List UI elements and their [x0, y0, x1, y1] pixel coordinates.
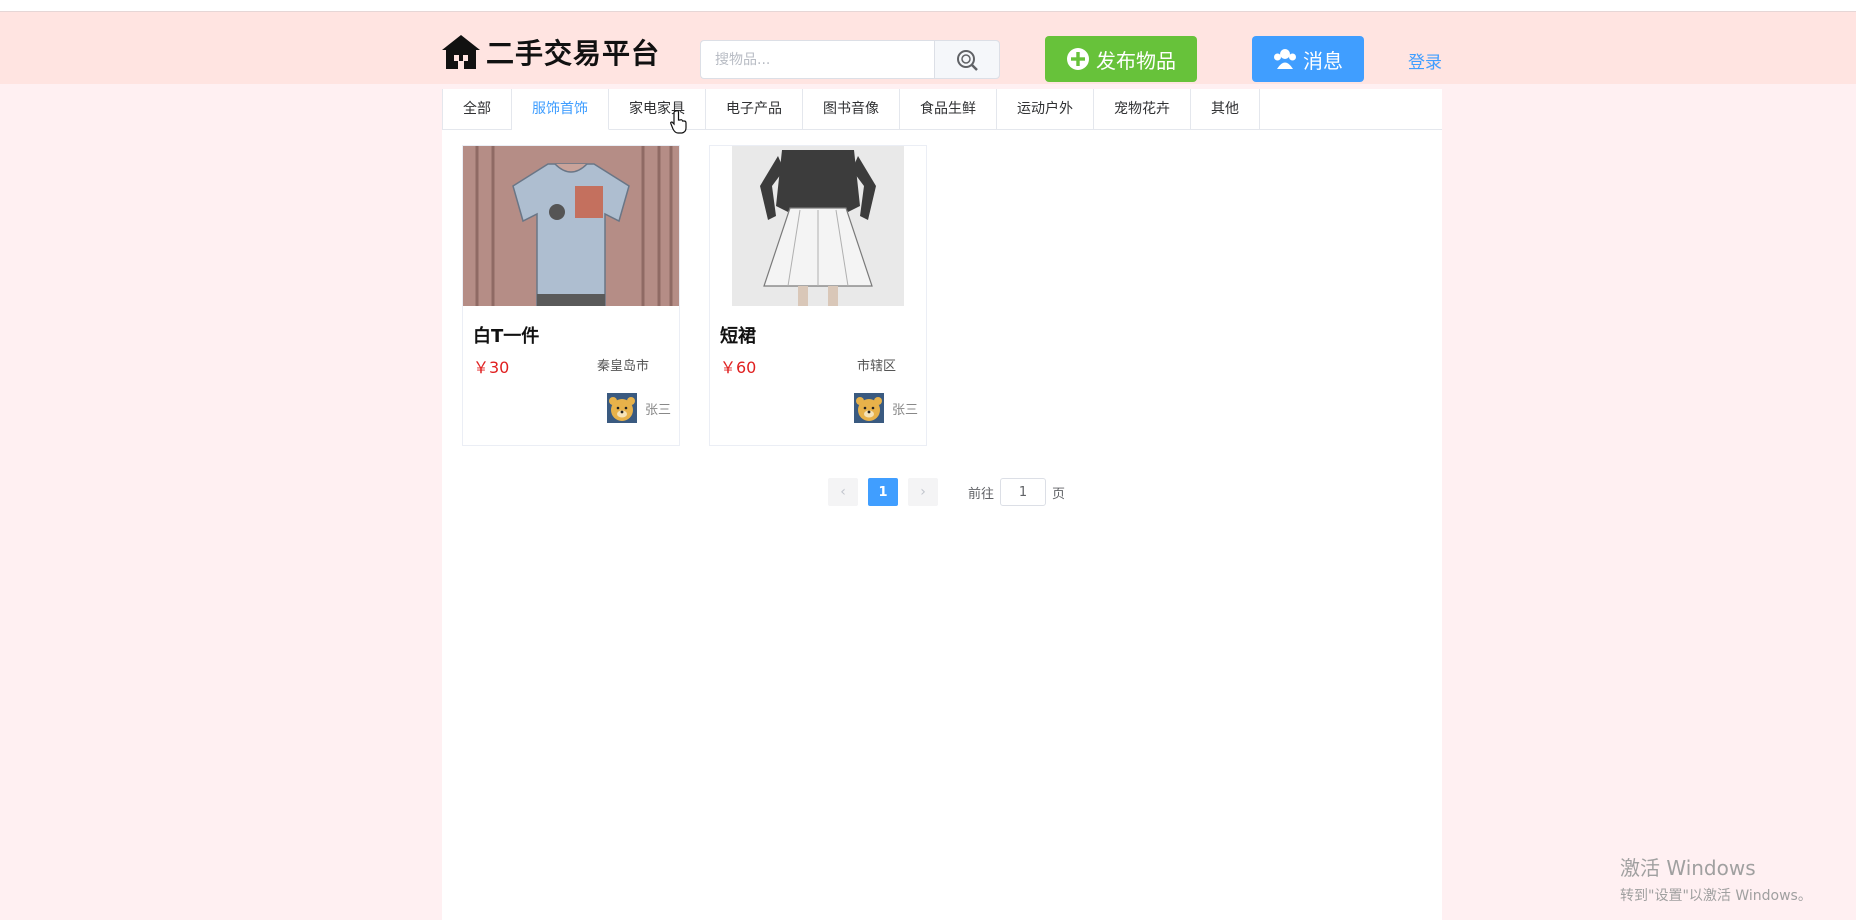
message-label: 消息 [1303, 48, 1343, 73]
search-bar [700, 40, 1000, 79]
product-title[interactable]: 短裙 [720, 322, 756, 348]
plus-circle-icon [1067, 48, 1089, 70]
logo-text: 二手交易平台 [486, 37, 661, 70]
product-location: 秦皇岛市 [596, 359, 649, 374]
tab-food[interactable]: 食品生鲜 [900, 89, 997, 130]
seller-info[interactable]: 张三 [606, 393, 671, 423]
tab-all[interactable]: 全部 [442, 89, 512, 130]
publish-button[interactable]: 发布物品 [1045, 36, 1197, 82]
product-image[interactable] [463, 146, 679, 306]
goto-prefix: 前往 [968, 486, 995, 502]
login-link[interactable]: 登录 [1408, 48, 1442, 73]
tab-sports[interactable]: 运动户外 [997, 89, 1094, 130]
message-button[interactable]: 消息 [1252, 36, 1364, 82]
header: 二手交易平台 发布物品 消息 登录 [0, 12, 1856, 84]
avatar [853, 393, 884, 423]
skirt-photo [710, 146, 926, 306]
seller-name: 张三 [644, 402, 671, 418]
page-jumper: 前往 页 [968, 478, 1065, 506]
tab-books[interactable]: 图书音像 [803, 89, 900, 130]
main-content: 全部 服饰首饰 家电家具 电子产品 图书音像 食品生鲜 运动户外 宠物花卉 其他 [442, 89, 1442, 920]
product-price: ￥60 [720, 358, 757, 377]
tab-appliances[interactable]: 家电家具 [609, 89, 706, 130]
goto-page-input[interactable] [1000, 478, 1047, 506]
hand-cursor-icon [670, 110, 688, 138]
tshirt-photo [463, 146, 679, 306]
tab-clothing[interactable]: 服饰首饰 [512, 89, 609, 130]
logo[interactable]: 二手交易平台 [440, 32, 660, 72]
search-icon [957, 49, 978, 71]
avatar [606, 393, 637, 423]
search-button[interactable] [934, 40, 1000, 79]
house-icon [442, 35, 480, 69]
category-tabs: 全部 服饰首饰 家电家具 电子产品 图书音像 食品生鲜 运动户外 宠物花卉 其他 [442, 89, 1442, 130]
search-input[interactable] [700, 40, 934, 79]
seller-info[interactable]: 张三 [853, 393, 918, 423]
seller-name: 张三 [891, 402, 918, 418]
product-image[interactable] [710, 146, 926, 306]
tab-other[interactable]: 其他 [1191, 89, 1260, 130]
publish-label: 发布物品 [1096, 48, 1176, 73]
product-card[interactable]: 短裙 ￥60 市辖区 张三 [709, 145, 927, 446]
browser-top-strip [0, 0, 1856, 12]
page-number-button[interactable]: 1 [868, 478, 898, 506]
product-title[interactable]: 白T一件 [473, 322, 539, 348]
pagination: ‹ 1 › 前往 页 [828, 478, 1065, 506]
goto-suffix: 页 [1052, 486, 1066, 502]
windows-activation-watermark: 激活 Windows 转到"设置"以激活 Windows。 [1620, 852, 1812, 905]
users-icon [1274, 49, 1296, 69]
tab-electronics[interactable]: 电子产品 [706, 89, 803, 130]
chevron-left-icon: ‹ [840, 484, 846, 500]
product-card[interactable]: 白T一件 ￥30 秦皇岛市 张三 [462, 145, 680, 446]
chevron-right-icon: › [920, 484, 926, 500]
product-location: 市辖区 [856, 359, 896, 374]
watermark-line1: 激活 Windows [1620, 856, 1756, 880]
product-price: ￥30 [473, 358, 510, 377]
watermark-line2: 转到"设置"以激活 Windows。 [1620, 888, 1812, 904]
next-page-button[interactable]: › [908, 478, 938, 506]
tab-pets-flowers[interactable]: 宠物花卉 [1094, 89, 1191, 130]
prev-page-button[interactable]: ‹ [828, 478, 858, 506]
